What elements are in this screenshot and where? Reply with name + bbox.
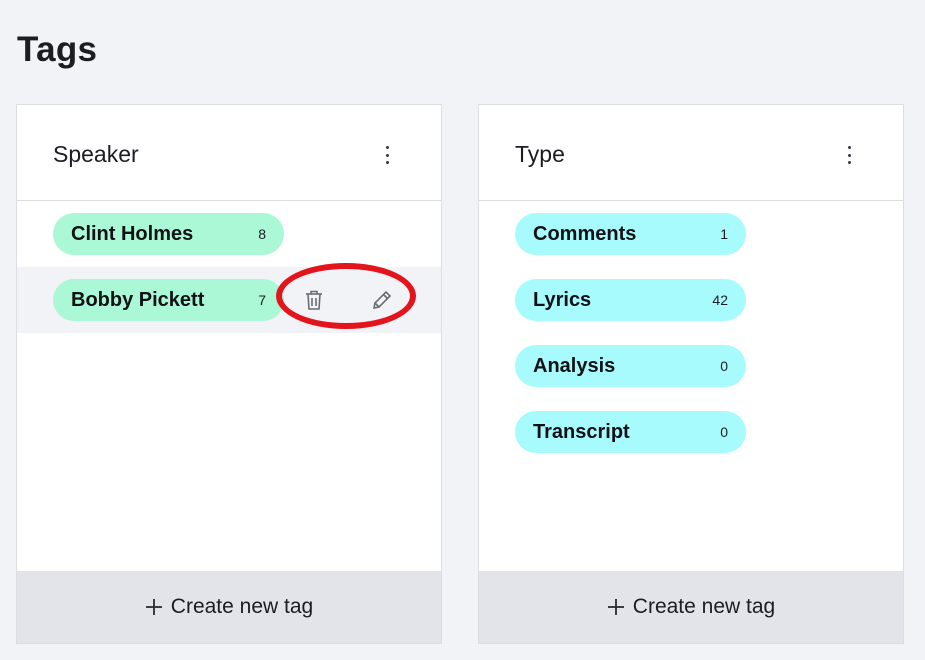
tag-count: 42 (712, 292, 728, 308)
highlight-annotation (276, 263, 416, 329)
tag-pill[interactable]: Lyrics 42 (515, 279, 746, 321)
tag-count: 0 (720, 358, 728, 374)
page-title: Tags (17, 30, 98, 69)
create-tag-button[interactable]: Create new tag (479, 571, 903, 643)
tag-name: Analysis (533, 354, 616, 377)
tag-pill[interactable]: Comments 1 (515, 213, 746, 255)
tag-group-speaker: Speaker Clint Holmes 8 Bobby Pickett 7 C… (16, 104, 442, 644)
delete-tag-button[interactable] (301, 287, 327, 313)
tag-name: Transcript (533, 420, 630, 443)
card-header: Speaker (17, 105, 441, 201)
more-vertical-icon[interactable] (381, 146, 393, 164)
card-header: Type (479, 105, 903, 201)
tag-name: Lyrics (533, 288, 592, 311)
tag-count: 7 (258, 292, 266, 308)
tag-name: Comments (533, 222, 637, 245)
tag-list: Clint Holmes 8 Bobby Pickett 7 (17, 201, 441, 333)
create-tag-label: Create new tag (170, 595, 314, 618)
pencil-icon (372, 290, 392, 310)
group-title: Type (515, 141, 565, 167)
trash-icon (306, 290, 322, 310)
plus-icon (145, 599, 162, 615)
tag-pill[interactable]: Bobby Pickett 7 (53, 279, 284, 321)
tag-count: 0 (720, 424, 728, 440)
tag-name: Clint Holmes (71, 222, 194, 245)
tag-pill[interactable]: Transcript 0 (515, 411, 746, 453)
tag-count: 1 (720, 226, 728, 242)
tag-row: Clint Holmes 8 (17, 201, 441, 267)
tag-pill[interactable]: Analysis 0 (515, 345, 746, 387)
tag-row: Bobby Pickett 7 (17, 263, 441, 333)
more-vertical-icon[interactable] (843, 146, 855, 164)
tag-row: Lyrics 42 (479, 267, 903, 333)
tag-row: Analysis 0 (479, 333, 903, 399)
tag-list: Comments 1 Lyrics 42 Analysis 0 Transcri… (479, 201, 903, 465)
tag-row: Transcript 0 (479, 399, 903, 465)
tag-name: Bobby Pickett (71, 288, 205, 311)
create-tag-button[interactable]: Create new tag (17, 571, 441, 643)
plus-icon (607, 599, 624, 615)
tag-pill[interactable]: Clint Holmes 8 (53, 213, 284, 255)
create-tag-label: Create new tag (632, 595, 776, 618)
group-title: Speaker (53, 141, 139, 167)
edit-tag-button[interactable] (369, 287, 395, 313)
tag-row: Comments 1 (479, 201, 903, 267)
tag-count: 8 (258, 226, 266, 242)
tag-group-type: Type Comments 1 Lyrics 42 Analysis 0 Tra… (478, 104, 904, 644)
